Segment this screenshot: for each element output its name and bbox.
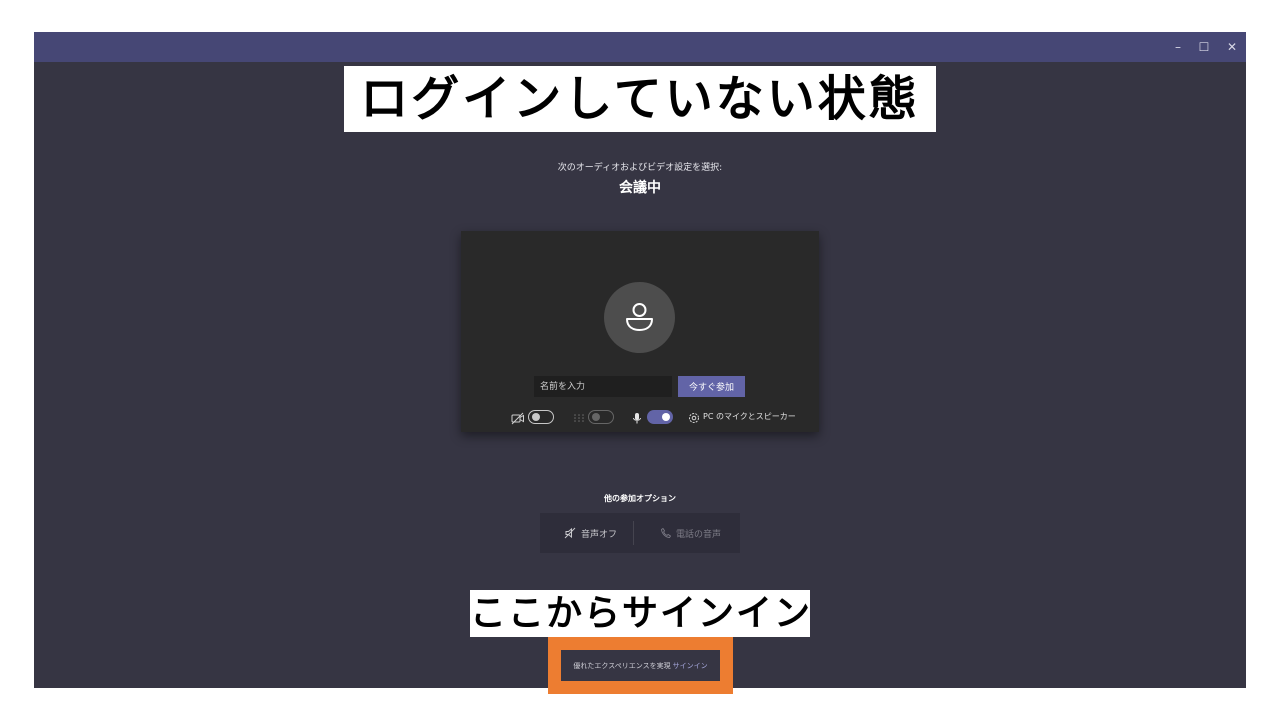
annotation-signin-hint: ここからサインイン xyxy=(470,590,810,637)
background-blur-toggle xyxy=(588,410,614,424)
camera-toggle[interactable] xyxy=(528,410,554,424)
camera-off-icon xyxy=(511,412,524,425)
phone-audio-label: 電話の音声 xyxy=(676,529,722,540)
settings-prompt: 次のオーディオおよびビデオ設定を選択: xyxy=(557,163,723,173)
signin-highlight-frame: 優れたエクスペリエンスを実現 サインイン xyxy=(548,637,733,694)
person-icon xyxy=(626,303,653,331)
annotation-state-title: ログインしていない状態 xyxy=(344,66,936,132)
maximize-button[interactable]: ☐ xyxy=(1190,32,1218,62)
other-join-options: 音声オフ 電話の音声 xyxy=(540,513,740,553)
meeting-title: 会議中 xyxy=(619,180,661,196)
microphone-toggle[interactable] xyxy=(647,410,673,424)
title-bar: – ☐ ✕ xyxy=(34,32,1246,62)
audio-device-label[interactable]: PC のマイクとスピーカー xyxy=(703,411,796,422)
other-join-options-title: 他の参加オプション xyxy=(604,494,676,503)
phone-icon xyxy=(661,528,671,538)
background-blur-icon xyxy=(574,414,584,422)
phone-audio-option[interactable]: 電話の音声 xyxy=(660,513,721,553)
minimize-button[interactable]: – xyxy=(1164,32,1192,62)
video-preview: 今すぐ参加 PC のマイクとスピーカー xyxy=(461,231,819,432)
signin-link[interactable]: サインイン xyxy=(673,661,708,671)
signin-bar: 優れたエクスペリエンスを実現 サインイン xyxy=(561,650,720,681)
avatar xyxy=(604,282,675,353)
close-button[interactable]: ✕ xyxy=(1218,32,1246,62)
microphone-icon xyxy=(633,413,641,424)
speaker-off-icon xyxy=(564,527,576,539)
options-divider xyxy=(633,521,634,545)
name-input[interactable] xyxy=(534,376,672,397)
gear-icon[interactable] xyxy=(687,411,701,425)
signin-bar-text: 優れたエクスペリエンスを実現 xyxy=(573,661,671,670)
join-now-button[interactable]: 今すぐ参加 xyxy=(678,376,745,397)
audio-off-label: 音声オフ xyxy=(581,529,618,540)
audio-off-option[interactable]: 音声オフ xyxy=(564,513,617,553)
